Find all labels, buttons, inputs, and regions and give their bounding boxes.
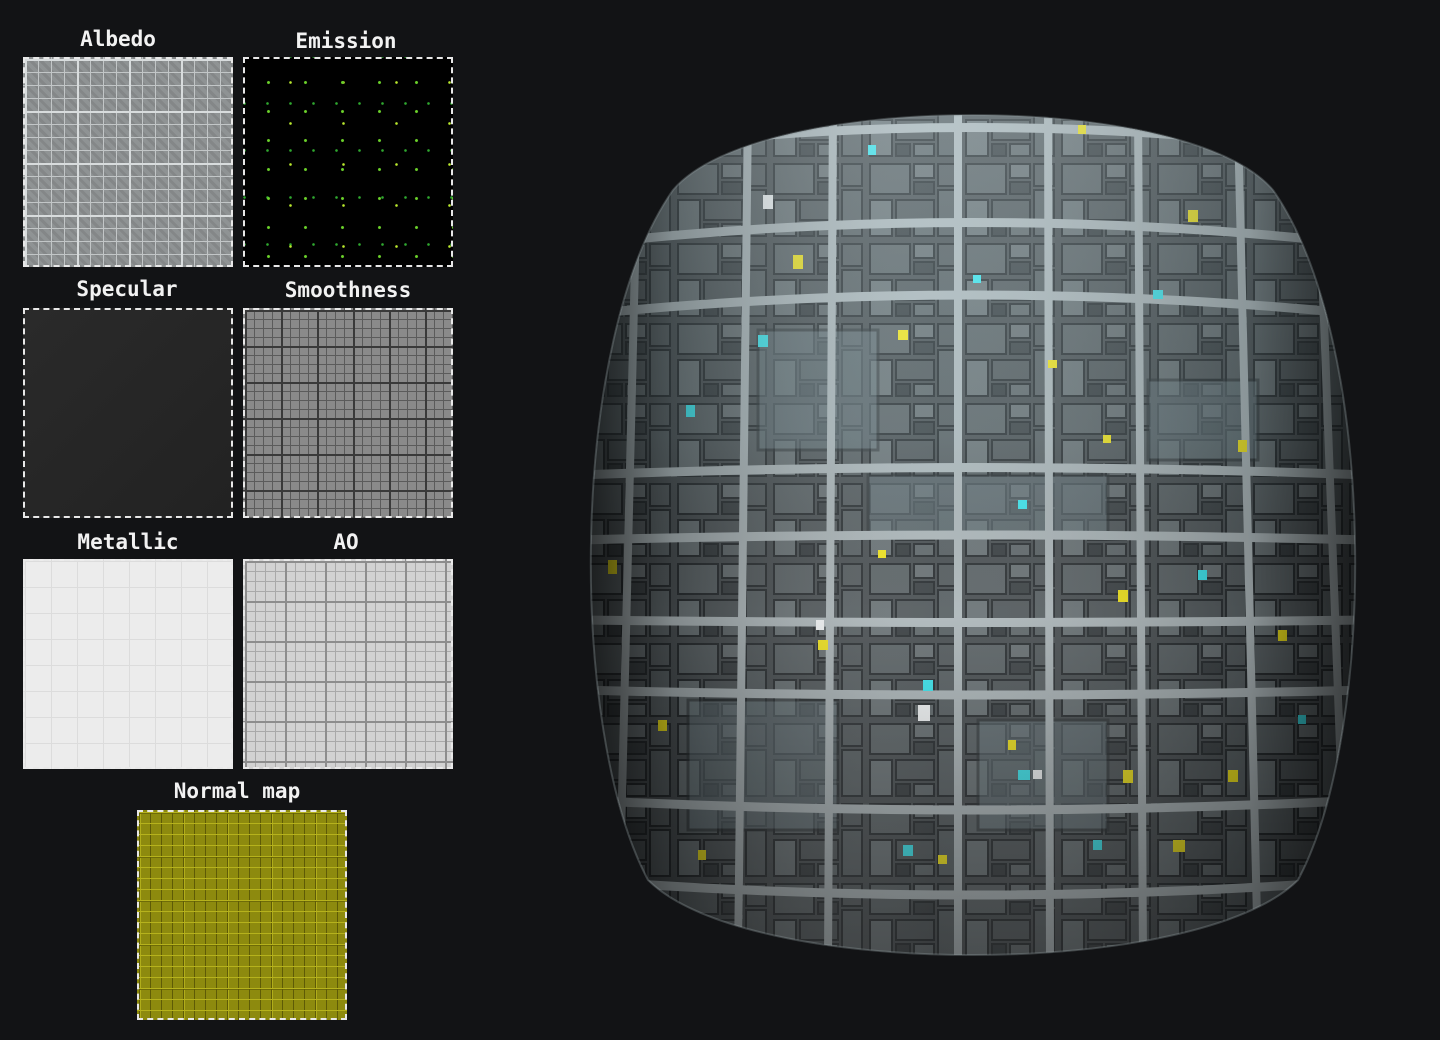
emission-label: Emission xyxy=(295,29,397,53)
normal-map-texture-tile xyxy=(137,810,347,1020)
smoothness-texture-tile xyxy=(243,308,453,518)
smoothness-label: Smoothness xyxy=(284,278,412,302)
albedo-texture-tile xyxy=(23,57,233,267)
emission-texture-tile xyxy=(243,57,453,267)
specular-texture-tile xyxy=(23,308,233,518)
metallic-label: Metallic xyxy=(77,530,179,554)
normal-map-label: Normal map xyxy=(173,779,301,803)
material-preview-cylinder xyxy=(589,114,1357,956)
specular-label: Specular xyxy=(76,277,178,301)
albedo-label: Albedo xyxy=(80,27,156,51)
ao-label: AO xyxy=(333,530,359,554)
ao-texture-tile xyxy=(243,559,453,769)
metallic-texture-tile xyxy=(23,559,233,769)
